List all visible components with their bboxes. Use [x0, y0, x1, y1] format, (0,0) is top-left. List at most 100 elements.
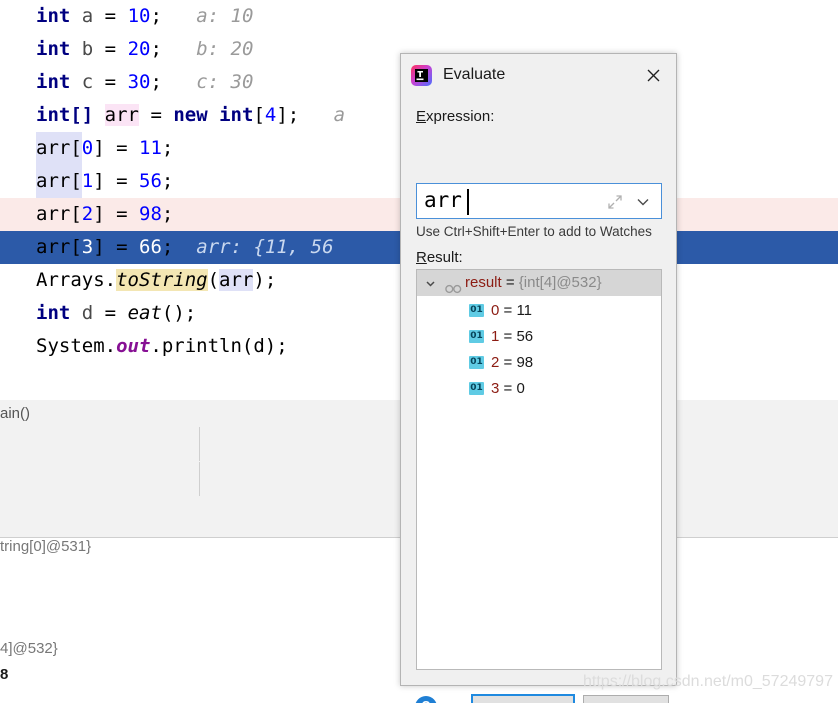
token-lbracket: [ [253, 104, 265, 126]
dialog-titlebar[interactable]: Evaluate [401, 54, 676, 98]
token-keyword-int: int [219, 104, 254, 126]
tree-child-equals: = [499, 380, 517, 397]
token-assign: = [93, 302, 128, 324]
tree-child-equals: = [499, 354, 517, 371]
expression-input-value[interactable]: arr [424, 188, 462, 212]
token-arrays-class: Arrays. [36, 269, 117, 291]
token-assign: = [104, 236, 140, 258]
tree-child-value: 11 [516, 302, 533, 319]
tree-row-element-1[interactable]: 01 1 = 56 [417, 324, 661, 350]
token-num-20: 20 [127, 38, 151, 60]
token-lbracket: [ [70, 137, 82, 159]
token-gap [173, 236, 196, 258]
inline-hint-a: a: 10 [196, 5, 254, 27]
code-line-1[interactable]: int a = 10; a: 10 [0, 0, 838, 33]
token-rbracket: ] [93, 203, 105, 225]
intellij-idea-icon [411, 65, 432, 86]
result-label: Result: [416, 249, 463, 266]
watches-hint-text: Use Ctrl+Shift+Enter to add to Watches [416, 224, 652, 239]
token-var-a: a [81, 5, 94, 27]
column-divider[interactable] [199, 427, 200, 461]
token-keyword-int: int [36, 302, 71, 324]
token-gap [162, 38, 196, 60]
token-keyword-int: int [36, 38, 71, 60]
inline-hint-b: b: 20 [196, 38, 254, 60]
primitive-01-icon: 01 [469, 356, 484, 369]
expression-label-mnemonic: E [416, 108, 427, 125]
token-keyword-int: int [36, 104, 71, 126]
token-keyword-int: int [36, 71, 71, 93]
token-gap [162, 5, 196, 27]
debugger-value-text-2: 4]@532} [0, 640, 58, 657]
tree-row-element-3[interactable]: 01 3 = 0 [417, 376, 661, 402]
tree-child-value: 0 [516, 380, 525, 397]
debugger-value-text-1: tring[0]@531} [0, 538, 92, 555]
tree-root-value: {int[4]@532} [518, 274, 602, 291]
token-num-11: 11 [139, 137, 162, 159]
primitive-01-icon: 01 [469, 304, 484, 317]
tree-row-element-2[interactable]: 01 2 = 98 [417, 350, 661, 376]
token-assign: = [104, 137, 140, 159]
column-divider[interactable] [199, 462, 200, 496]
expression-input[interactable]: arr [416, 183, 662, 219]
token-num-4: 4 [264, 104, 277, 126]
primitive-01-icon: 01 [469, 330, 484, 343]
tree-root-name: result [465, 274, 502, 291]
chevron-down-icon[interactable] [634, 193, 652, 211]
close-button[interactable]: Close [583, 695, 669, 703]
token-eat-method: eat [127, 302, 162, 324]
result-tree[interactable]: result = {int[4]@532} 01 0 = 11 01 1 = 5… [416, 269, 662, 670]
token-index-1: 1 [81, 170, 94, 192]
evaluate-dialog[interactable]: Evaluate Expression: arr Use Ctrl+Shift+… [400, 53, 677, 703]
inline-hint-c: c: 30 [196, 71, 254, 93]
token-var-c: c [81, 71, 94, 93]
token-semi: ; [161, 203, 174, 225]
expand-arrows-icon[interactable] [607, 194, 623, 210]
primitive-01-icon: 01 [469, 382, 484, 395]
token-assign: = [93, 5, 128, 27]
token-var-b: b [81, 38, 94, 60]
token-semi: ; [150, 71, 162, 93]
token-tostring-method: toString [116, 269, 208, 291]
token-lbracket: [ [70, 170, 82, 192]
result-label-rest: esult: [426, 249, 463, 266]
tree-child-value: 98 [516, 354, 534, 371]
result-label-mnemonic: R [416, 249, 427, 266]
token-lbracket: [ [70, 236, 82, 258]
token-num-66: 66 [139, 236, 162, 258]
token-gap [162, 71, 196, 93]
token-array-brackets: [] [70, 104, 94, 126]
inline-hint-arr-partial: a [333, 104, 346, 126]
tree-root-equals: = [501, 274, 519, 291]
token-eat-call: (); [161, 302, 197, 324]
token-semi: ; [150, 5, 162, 27]
token-assign: = [139, 104, 174, 126]
token-assign: = [93, 38, 128, 60]
tree-row-element-0[interactable]: 01 0 = 11 [417, 298, 661, 324]
expression-label: Expression: [416, 108, 494, 125]
token-num-10: 10 [127, 5, 151, 27]
token-rparen-semi: ); [253, 269, 277, 291]
token-arr-ref: arr [36, 170, 71, 192]
token-semi: ; [161, 236, 174, 258]
token-system-class: System. [36, 335, 117, 357]
close-icon[interactable] [634, 58, 672, 92]
token-arr-ref: arr [36, 236, 71, 258]
evaluate-button[interactable]: Evaluate [471, 694, 575, 703]
token-index-2: 2 [81, 203, 94, 225]
token-out-field: out [116, 335, 151, 357]
token-keyword-new: new [173, 104, 208, 126]
token-assign: = [104, 203, 140, 225]
token-lparen: ( [207, 269, 220, 291]
token-rbracket-semi: ]; [276, 104, 300, 126]
token-rbracket: ] [93, 170, 105, 192]
chevron-expanded-icon[interactable] [424, 270, 437, 296]
token-semi: ; [150, 38, 162, 60]
debugger-console-output: 8 [0, 666, 9, 683]
tree-row-result-root[interactable]: result = {int[4]@532} [417, 270, 661, 296]
